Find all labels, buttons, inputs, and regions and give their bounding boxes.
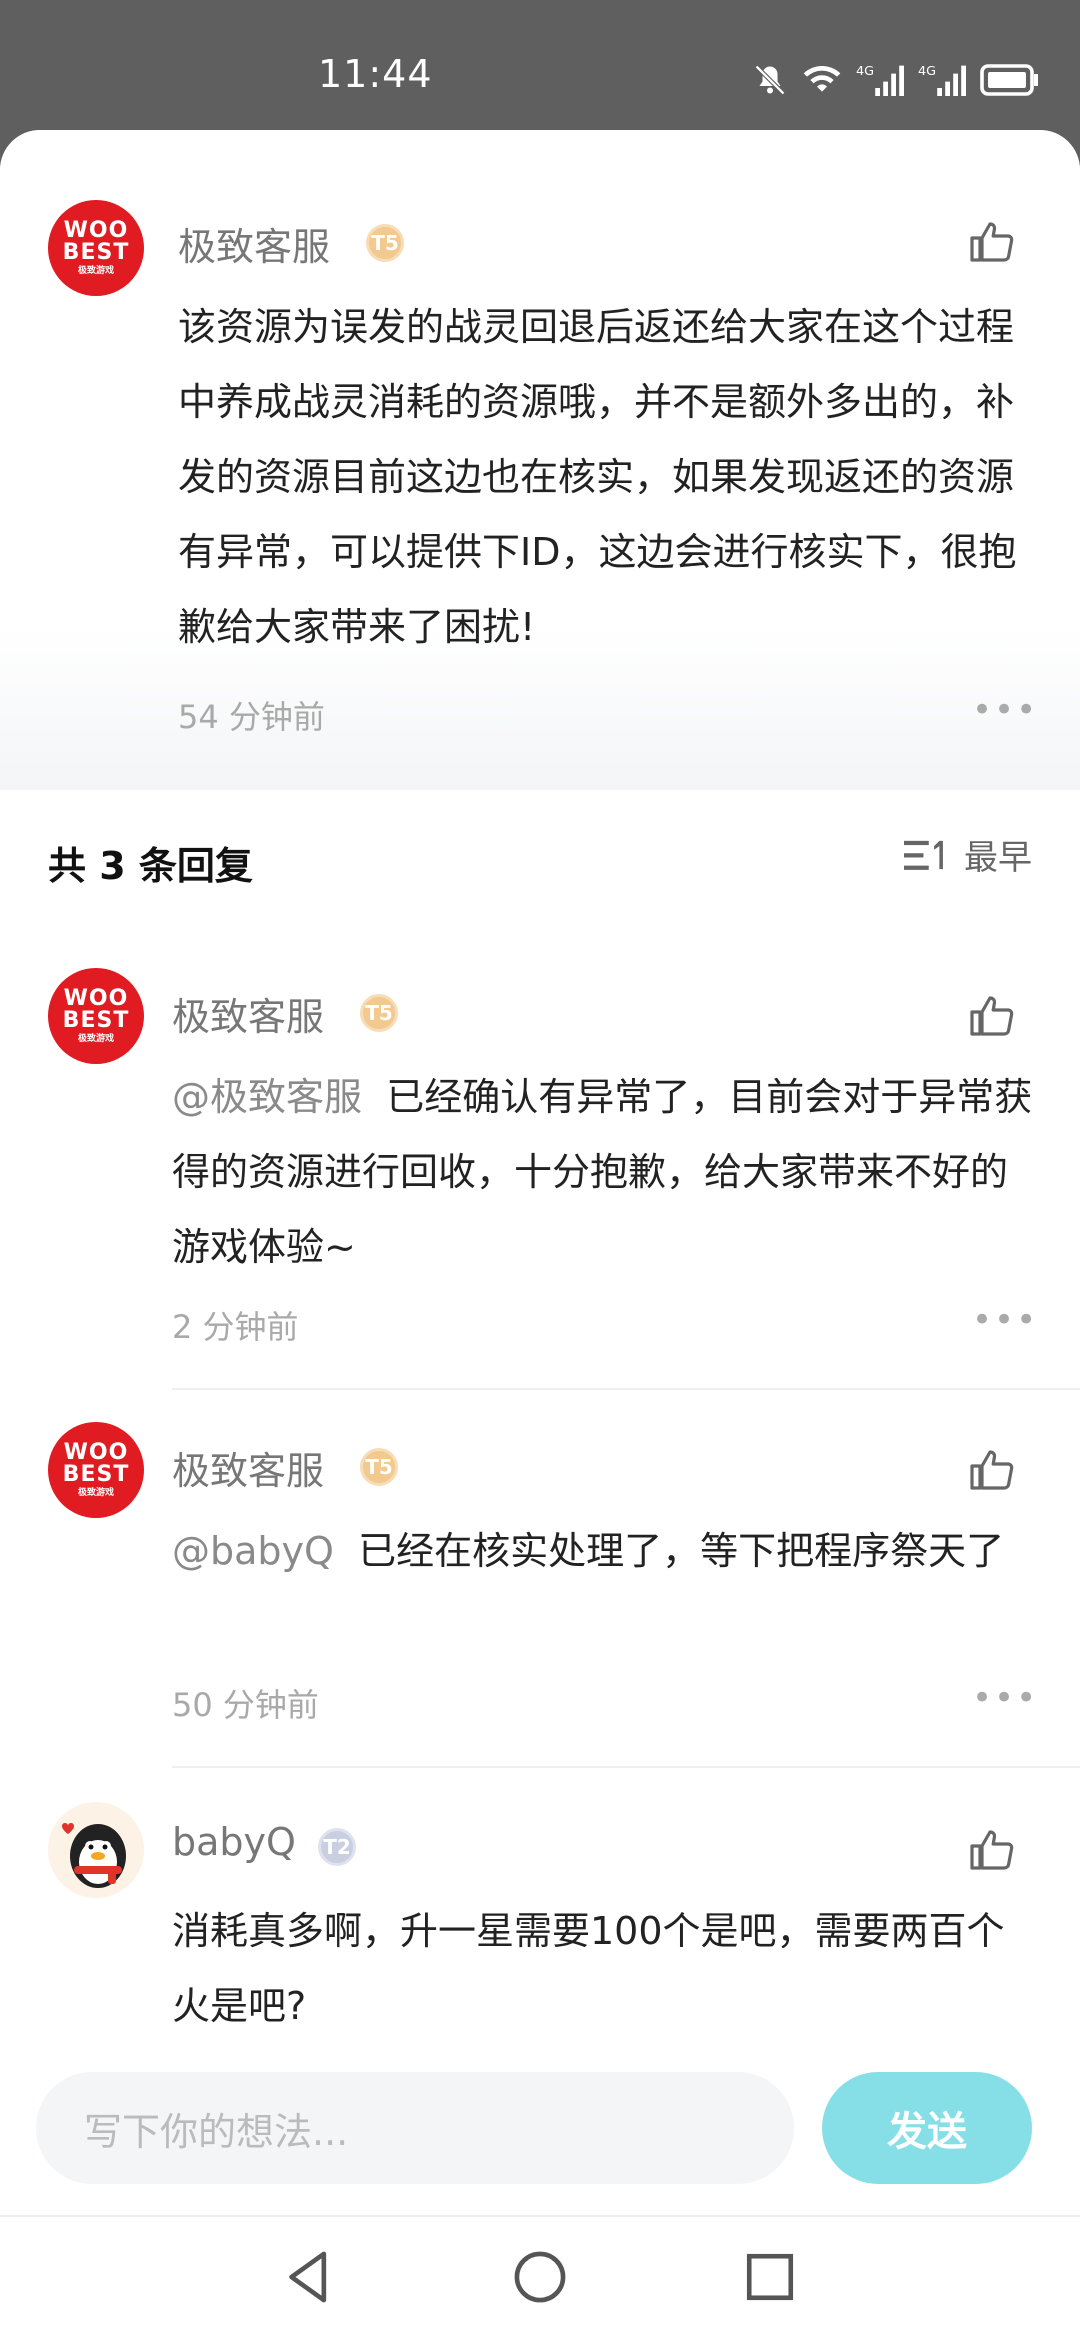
- home-icon[interactable]: [512, 2247, 568, 2307]
- status-bar: 11:44 4G 4G: [0, 0, 1080, 130]
- thumbs-up-icon[interactable]: [968, 992, 1016, 1040]
- comment-input[interactable]: 写下你的想法...: [36, 2072, 794, 2184]
- reply-text: @极致客服 已经确认有异常了，目前会对于异常获得的资源进行回收，十分抱歉，给大家…: [172, 1060, 1040, 1285]
- more-icon[interactable]: •••: [972, 1678, 1038, 1718]
- input-placeholder: 写下你的想法...: [84, 2109, 349, 2154]
- logo-text: 极致游戏: [77, 1034, 114, 1044]
- avatar[interactable]: WOO BEST 极致游戏: [48, 200, 144, 296]
- mention-link[interactable]: @极致客服: [172, 1075, 362, 1119]
- logo-text: 极致游戏: [77, 266, 114, 276]
- wifi-icon: [803, 66, 841, 92]
- reply-text: 消耗真多啊，升一星需要100个是吧，需要两百个火是吧?: [172, 1909, 1005, 2028]
- signal-4g-icon-1: 4G: [856, 64, 904, 96]
- username[interactable]: 极致客服: [172, 1440, 324, 1495]
- svg-text:4G: 4G: [918, 64, 936, 79]
- logo-text: BEST: [62, 240, 130, 265]
- battery-icon: [980, 64, 1038, 96]
- logo-text: BEST: [62, 1008, 130, 1033]
- logo-text: BEST: [62, 1462, 130, 1487]
- comment-sheet: WOO BEST 极致游戏 极致客服 T5 该资源为误发的战灵回退后返还给大家在…: [0, 130, 1080, 2340]
- status-time: 11:44: [318, 52, 433, 96]
- more-icon[interactable]: •••: [972, 690, 1038, 730]
- logo-text: WOO: [63, 218, 129, 243]
- send-button[interactable]: 发送: [822, 2072, 1032, 2184]
- thumbs-up-icon[interactable]: [968, 1446, 1016, 1494]
- main-comment: WOO BEST 极致游戏 极致客服 T5 该资源为误发的战灵回退后返还给大家在…: [0, 130, 1080, 790]
- replies-count-title: 共 3 条回复: [48, 844, 253, 888]
- divider: [172, 1766, 1080, 1768]
- sort-toggle[interactable]: 最早: [904, 830, 1032, 879]
- sort-label: 最早: [964, 838, 1032, 878]
- logo-text: 极致游戏: [77, 1488, 114, 1498]
- thumbs-up-icon[interactable]: [968, 1826, 1016, 1874]
- level-badge: T5: [360, 994, 398, 1032]
- comment-text: 该资源为误发的战灵回退后返还给大家在这个过程中养成战灵消耗的资源哦，并不是额外多…: [178, 305, 1017, 649]
- svg-text:4G: 4G: [856, 64, 874, 79]
- level-badge: T5: [366, 224, 404, 262]
- more-icon[interactable]: •••: [972, 1300, 1038, 1340]
- recents-icon[interactable]: [742, 2247, 798, 2307]
- system-nav-bar: [0, 2215, 1080, 2340]
- comment-time: 54 分钟前: [178, 698, 325, 736]
- reply-text: @babyQ 已经在核实处理了，等下把程序祭天了: [172, 1514, 1040, 1589]
- logo-text: WOO: [63, 986, 129, 1011]
- level-badge: T2: [318, 1828, 356, 1866]
- signal-4g-icon-2: 4G: [918, 64, 966, 96]
- mute-bell-icon: [754, 64, 786, 96]
- sort-icon: [904, 840, 943, 870]
- avatar[interactable]: [48, 1802, 144, 1898]
- avatar[interactable]: WOO BEST 极致游戏: [48, 968, 144, 1064]
- penguin-avatar-icon: [62, 1823, 126, 1888]
- reply-content: 已经在核实处理了，等下把程序祭天了: [358, 1529, 1005, 1573]
- mention-link[interactable]: @babyQ: [172, 1529, 334, 1573]
- status-icons: 4G 4G: [752, 60, 1040, 100]
- avatar[interactable]: WOO BEST 极致游戏: [48, 1422, 144, 1518]
- username[interactable]: babyQ: [172, 1820, 296, 1864]
- username[interactable]: 极致客服: [172, 986, 324, 1041]
- username[interactable]: 极致客服: [178, 216, 330, 271]
- back-icon[interactable]: [282, 2247, 338, 2307]
- reply-time: 2 分钟前: [172, 1308, 299, 1346]
- logo-text: WOO: [63, 1440, 129, 1465]
- divider: [172, 1388, 1080, 1390]
- level-badge: T5: [360, 1448, 398, 1486]
- reply-time: 50 分钟前: [172, 1686, 319, 1724]
- thumbs-up-icon[interactable]: [968, 218, 1016, 266]
